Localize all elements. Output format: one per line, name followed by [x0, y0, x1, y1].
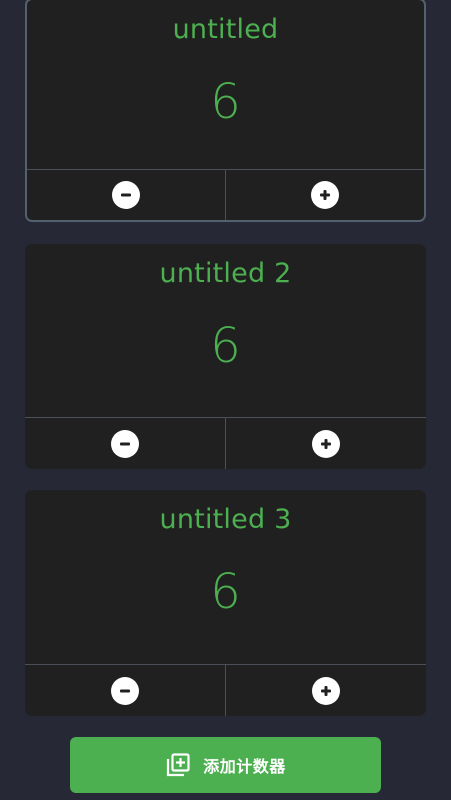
counter-controls	[25, 417, 426, 469]
counter-card[interactable]: untitled 6	[25, 0, 426, 222]
counter-card[interactable]: untitled 2 6	[25, 244, 426, 469]
decrement-button[interactable]	[27, 170, 225, 220]
counter-title: untitled 2	[159, 258, 292, 289]
counter-title: untitled 3	[159, 504, 292, 535]
counter-title: untitled	[172, 14, 279, 45]
library-add-icon	[165, 752, 191, 778]
counter-value: 6	[210, 318, 241, 374]
plus-icon	[312, 676, 340, 705]
plus-icon	[312, 429, 340, 458]
increment-button[interactable]	[225, 170, 424, 220]
minus-icon	[111, 429, 139, 458]
add-counter-label: 添加计数器	[203, 757, 286, 776]
decrement-button[interactable]	[25, 418, 225, 469]
add-counter-button[interactable]: 添加计数器	[70, 737, 381, 793]
increment-button[interactable]	[225, 665, 426, 716]
counter-controls	[25, 664, 426, 716]
increment-button[interactable]	[225, 418, 426, 469]
counter-card[interactable]: untitled 3 6	[25, 490, 426, 716]
counter-value: 6	[210, 74, 241, 130]
decrement-button[interactable]	[25, 665, 225, 716]
counter-controls	[27, 169, 424, 220]
plus-icon	[311, 181, 339, 209]
counter-screen: untitled 6 untitled 2 6 untitled 3 6 添加计…	[0, 0, 451, 800]
minus-icon	[112, 181, 140, 209]
minus-icon	[111, 676, 139, 705]
counter-value: 6	[210, 564, 241, 620]
